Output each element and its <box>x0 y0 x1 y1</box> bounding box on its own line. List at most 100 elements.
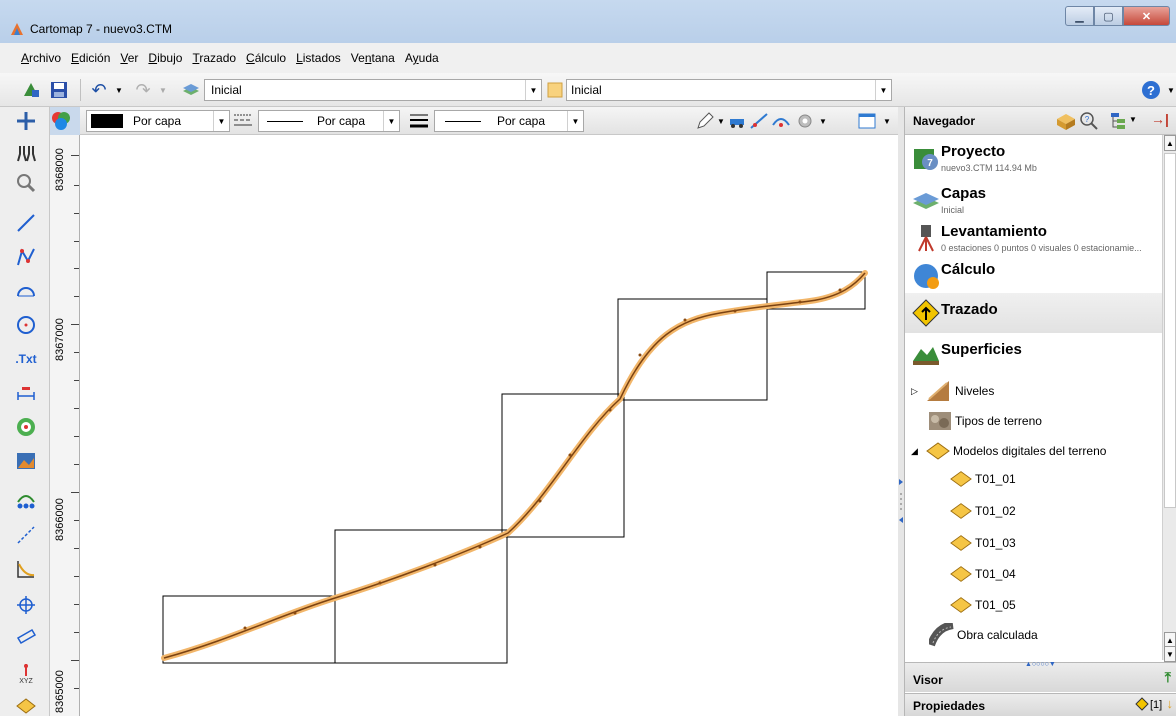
xyz-tool-icon[interactable]: XYZ <box>14 661 38 685</box>
minimize-button[interactable]: ▁ <box>1065 6 1094 26</box>
nav-section-proyecto[interactable]: 7 Proyecto nuevo3.CTM 114.94 Mb <box>905 139 1163 179</box>
visor-grip[interactable]: ▲○○○○▼ <box>1025 661 1056 668</box>
save-icon[interactable] <box>48 79 70 101</box>
ruler-tick <box>74 604 79 605</box>
menu-ventana[interactable]: Ventana <box>346 51 400 65</box>
line-tool-icon[interactable] <box>14 211 38 235</box>
zoom-icon[interactable] <box>14 171 38 195</box>
curve-fit-tool-icon[interactable] <box>770 110 792 132</box>
expand-down-icon[interactable]: ↓ <box>1167 696 1174 711</box>
pin-panel-icon[interactable]: →| <box>1151 111 1173 131</box>
nav-section-calculo[interactable]: Cálculo <box>905 257 1163 297</box>
point-tool-icon[interactable] <box>14 415 38 439</box>
menu-ayuda[interactable]: Ayuda <box>400 51 444 65</box>
visor-panel-header[interactable]: ▲○○○○▼ Visor ⤒ <box>905 661 1176 692</box>
nav-section-capas[interactable]: Capas Inicial <box>905 181 1163 221</box>
nav-section-trazado[interactable]: Trazado <box>905 293 1163 333</box>
nav-section-levantamiento[interactable]: Levantamiento 0 estaciones 0 puntos 0 vi… <box>905 219 1163 259</box>
scroll-down-icon[interactable]: ▼ <box>1164 646 1176 662</box>
tree-item-model[interactable]: T01_01 <box>949 468 1016 490</box>
walking-people-icon[interactable] <box>14 141 38 165</box>
profile-tool-icon[interactable] <box>14 487 38 511</box>
menu-dibujo[interactable]: Dibujo <box>143 51 187 65</box>
tree-item-obra[interactable]: Obra calculada <box>929 623 1038 647</box>
tree-item-model[interactable]: T01_03 <box>949 532 1016 554</box>
circle-tool-icon[interactable] <box>14 313 38 337</box>
surface-tool-icon[interactable] <box>14 693 38 716</box>
window-layout-icon[interactable] <box>856 110 878 132</box>
lineweight-combo[interactable]: Por capa ▼ <box>434 110 584 132</box>
dimension-tool-icon[interactable] <box>14 381 38 405</box>
redo-dropdown-icon[interactable]: ▼ <box>152 79 174 101</box>
help-icon[interactable]: ? <box>1140 79 1162 101</box>
linetype-preview <box>267 120 303 122</box>
window-layout-dropdown-icon[interactable]: ▼ <box>876 110 898 132</box>
alignment-tool-icon[interactable] <box>748 110 770 132</box>
color-combo[interactable]: Por capa ▼ <box>86 110 230 132</box>
box-icon[interactable] <box>1055 111 1077 131</box>
layers-icon[interactable] <box>180 79 202 101</box>
tree-item-model[interactable]: T01_02 <box>949 500 1016 522</box>
color-palette-icon[interactable] <box>50 110 72 132</box>
nav-section-subtitle: Inicial <box>941 205 965 215</box>
close-button[interactable]: ✕ <box>1123 6 1170 26</box>
ruler-tool-icon[interactable] <box>14 625 38 649</box>
menu-listados[interactable]: Listados <box>291 51 346 65</box>
image-tool-icon[interactable] <box>14 449 38 473</box>
polyline-tool-icon[interactable] <box>14 245 38 269</box>
scroll-thumb[interactable] <box>1164 153 1176 508</box>
lineweight-icon[interactable] <box>408 110 430 132</box>
open-project-icon[interactable] <box>20 79 42 101</box>
tree-item-label: Modelos digitales del terreno <box>953 444 1107 458</box>
collapse-icon[interactable]: ◢ <box>911 446 925 457</box>
tree-item-model[interactable]: T01_04 <box>949 563 1016 585</box>
car-tool-icon[interactable] <box>726 110 748 132</box>
ruler-tick <box>74 436 79 437</box>
ruler-tick <box>74 688 79 689</box>
crosshair-tool-icon[interactable] <box>14 593 38 617</box>
undo-icon[interactable]: ↶ <box>88 79 110 101</box>
maximize-button[interactable]: ▢ <box>1094 6 1123 26</box>
text-tool-icon[interactable]: .Txt <box>14 347 38 371</box>
linetype-combo[interactable]: Por capa ▼ <box>258 110 400 132</box>
tree-item-model[interactable]: T01_05 <box>949 594 1016 616</box>
drawing-canvas[interactable] <box>80 135 898 716</box>
curve-tool-icon[interactable] <box>14 557 38 581</box>
help-dropdown-icon[interactable]: ▼ <box>1160 79 1176 101</box>
ruler-tick <box>74 520 79 521</box>
nav-section-subtitle: nuevo3.CTM 114.94 Mb <box>941 163 1037 173</box>
properties-panel-header[interactable]: Propiedades [1] ↓ <box>905 693 1176 716</box>
search-help-icon[interactable]: ? <box>1079 111 1099 131</box>
infinite-line-tool-icon[interactable] <box>14 523 38 547</box>
nav-section-superficies[interactable]: Superficies <box>905 335 1163 375</box>
tree-item-modelos[interactable]: ◢ Modelos digitales del terreno <box>911 439 1106 463</box>
tree-item-label: T01_01 <box>975 472 1016 486</box>
toolbar-separator <box>80 79 81 101</box>
snap-icon[interactable] <box>14 109 38 133</box>
redo-icon[interactable]: ↷ <box>132 79 154 101</box>
menu-trazado[interactable]: Trazado <box>187 51 241 65</box>
tree-item-niveles[interactable]: ▷ Niveles <box>911 379 994 403</box>
style-combo[interactable]: Inicial ▼ <box>566 79 892 101</box>
settings-dropdown-icon[interactable]: ▼ <box>812 110 834 132</box>
ruler-tick <box>74 464 79 465</box>
menu-archivo[interactable]: Archivo <box>16 51 66 65</box>
linetype-icon[interactable] <box>232 110 254 132</box>
style-icon[interactable] <box>544 79 566 101</box>
menu-edicion[interactable]: Edición <box>66 51 115 65</box>
navigator-scrollbar[interactable]: ▲ ▲ ▼ <box>1162 135 1176 662</box>
tree-item-tipos-terreno[interactable]: Tipos de terreno <box>927 409 1042 433</box>
expand-icon[interactable]: ▷ <box>911 386 925 397</box>
splitter-grip[interactable] <box>899 479 903 529</box>
layer-combo[interactable]: Inicial ▼ <box>204 79 542 101</box>
ruler-tick <box>74 548 79 549</box>
undo-dropdown-icon[interactable]: ▼ <box>108 79 130 101</box>
road-axis <box>163 272 866 659</box>
expand-up-icon[interactable]: ⤒ <box>1165 669 1171 686</box>
arc-tool-icon[interactable] <box>14 279 38 303</box>
menu-ver[interactable]: Ver <box>115 51 143 65</box>
tree-view-icon[interactable] <box>1109 111 1129 131</box>
scroll-up-icon[interactable]: ▲ <box>1164 135 1176 151</box>
menu-calculo[interactable]: Cálculo <box>241 51 291 65</box>
tree-view-dropdown-icon[interactable]: ▼ <box>1129 115 1137 124</box>
